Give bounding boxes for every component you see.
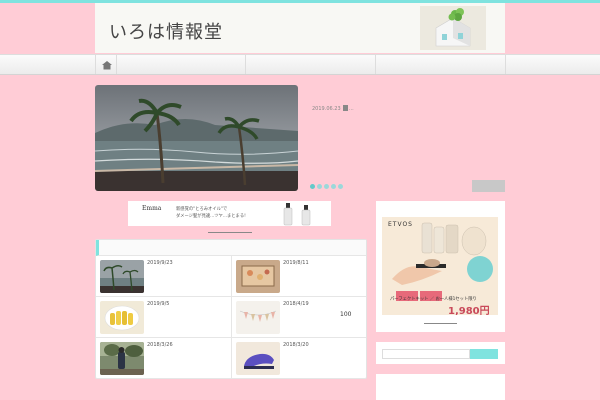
ad-price: 1,980円 [448,306,490,315]
oil-bottles-image [283,203,311,226]
post-thumbnail [100,342,144,375]
sidebar-widget [376,374,505,400]
search-input[interactable] [382,349,470,359]
document-icon [343,105,348,111]
post-date: 2019/9/23 [147,260,173,266]
search-widget [376,342,505,364]
slider-dot[interactable] [317,184,322,189]
banner-copy-line: ダメージ髪が見違...ツヤ...まとまる! [176,214,246,219]
banner-copy-line: 新感覚の"とろみオイル"で [176,207,228,212]
post-thumbnail [236,260,280,293]
slider-dot[interactable] [324,184,329,189]
ad-banner-emma[interactable]: Emma 新感覚の"とろみオイル"で ダメージ髪が見違...ツヤ...まとまる! [128,201,331,226]
slider-dot[interactable] [338,184,343,189]
post-card[interactable]: 2018/3/20 [231,338,366,379]
nav-separator [505,55,506,74]
ad-brand: ETVOS [388,221,413,228]
post-card[interactable]: 2019/9/23 [96,256,231,297]
home-icon [102,61,112,70]
post-thumbnail [100,301,144,334]
slider-dot[interactable] [331,184,336,189]
slider-next-button[interactable] [472,180,505,192]
new-posts-panel: 2019/9/23 2019/8/11 2019/9/5 2018/4/19 1… [95,239,367,379]
post-thumbnail [100,260,144,293]
post-date: 2019/9/5 [147,301,170,307]
post-date: 2019/8/11 [283,260,309,266]
banner-copy: 新感覚の"とろみオイル"で ダメージ髪が見違...ツヤ...まとまる! [176,206,246,220]
header-house-logo [420,6,486,50]
global-nav [0,54,600,75]
post-date: 2018/4/19 [283,301,309,307]
post-date: 2018/3/20 [283,342,309,348]
post-card[interactable]: 2019/8/11 [231,256,366,297]
post-count-label: 100 [340,311,352,318]
post-thumbnail [236,301,280,334]
slide-image-palm-trees [95,85,298,191]
ad-divider [424,323,457,324]
nav-separator [375,55,376,74]
slider-dot[interactable] [310,184,315,189]
post-card[interactable]: 2018/4/19 100 [231,297,366,338]
search-button[interactable] [470,349,498,359]
banner-brand: Emma [142,205,162,212]
banner-divider [208,232,252,233]
ad-image: ETVOS パーフェクトキット ／ お一人様1セット限り 1,980円 [382,217,498,315]
nav-separator [245,55,246,74]
panel-heading [96,240,366,256]
slider-pagination [310,184,343,189]
featured-slider[interactable] [95,85,298,191]
site-header: いろは情報堂 [95,3,505,53]
post-card[interactable]: 2018/3/26 [96,338,231,379]
slide-date: 2019.06.23 [312,106,341,112]
post-date: 2018/3/26 [147,342,173,348]
site-title[interactable]: いろは情報堂 [109,18,223,44]
post-thumbnail [236,342,280,375]
post-card[interactable]: 2019/9/5 [96,297,231,338]
sidebar-ad-etvos[interactable]: ETVOS パーフェクトキット ／ お一人様1セット限り 1,980円 [376,201,505,332]
slide-category[interactable]: ... [349,106,354,112]
nav-home[interactable] [95,55,117,74]
